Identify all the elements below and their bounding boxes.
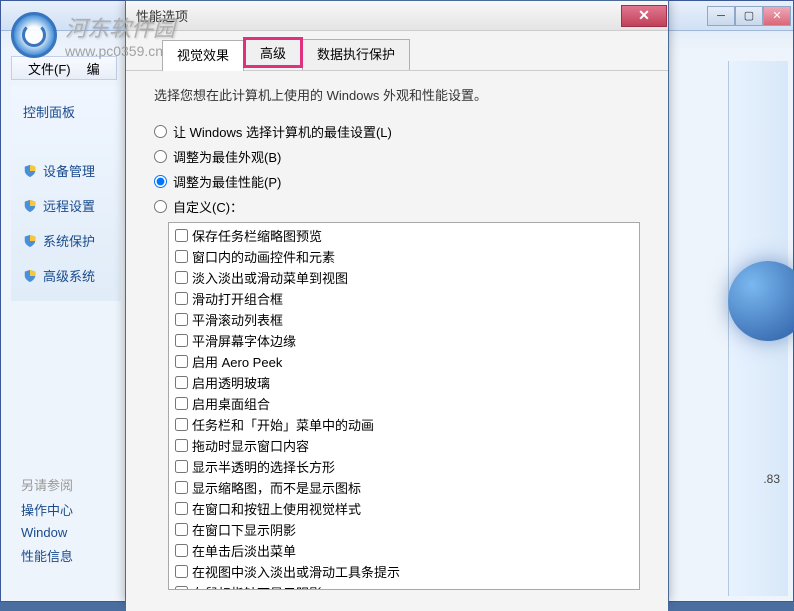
checkbox-label: 在窗口和按钮上使用视觉样式	[192, 499, 361, 518]
radio-best-appearance-input[interactable]	[154, 150, 167, 163]
radio-best-performance-input[interactable]	[154, 175, 167, 188]
checkbox-input[interactable]	[175, 460, 188, 473]
checkbox-input[interactable]	[175, 544, 188, 557]
check-row[interactable]: 滑动打开组合框	[171, 288, 637, 309]
checkbox-input[interactable]	[175, 502, 188, 515]
check-row[interactable]: 在视图中淡入淡出或滑动工具条提示	[171, 561, 637, 582]
checkbox-input[interactable]	[175, 439, 188, 452]
checkbox-input[interactable]	[175, 229, 188, 242]
bg-maximize-button[interactable]: ▢	[735, 6, 763, 26]
bg-minimize-button[interactable]: ─	[707, 6, 735, 26]
checkbox-input[interactable]	[175, 565, 188, 578]
shield-icon	[23, 164, 37, 178]
link-windows[interactable]: Window	[21, 525, 73, 540]
checkbox-input[interactable]	[175, 271, 188, 284]
checkbox-input[interactable]	[175, 292, 188, 305]
dialog-close-button[interactable]: ✕	[621, 5, 667, 27]
checkbox-input[interactable]	[175, 418, 188, 431]
link-performance-info[interactable]: 性能信息	[21, 546, 73, 565]
checkbox-input[interactable]	[175, 523, 188, 536]
sidebar-item-protection[interactable]: 系统保护	[11, 223, 121, 258]
checkbox-label: 拖动时显示窗口内容	[192, 436, 309, 455]
checkbox-label: 滑动打开组合框	[192, 289, 283, 308]
check-row[interactable]: 淡入淡出或滑动菜单到视图	[171, 267, 637, 288]
checkbox-input[interactable]	[175, 355, 188, 368]
radio-let-windows-input[interactable]	[154, 125, 167, 138]
link-action-center[interactable]: 操作中心	[21, 500, 73, 519]
check-row[interactable]: 在鼠标指针下显示阴影	[171, 582, 637, 590]
radio-best-appearance[interactable]: 调整为最佳外观(B)	[154, 147, 640, 166]
watermark: 河东软件园 www.pc0359.cn	[11, 11, 175, 59]
performance-options-dialog: 性能选项 ✕ 视觉效果 高级 数据执行保护 选择您想在此计算机上使用的 Wind…	[125, 0, 669, 602]
bg-right-panel: .83	[728, 61, 788, 596]
checkbox-label: 平滑屏幕字体边缘	[192, 331, 296, 350]
checkbox-label: 显示缩略图，而不是显示图标	[192, 478, 361, 497]
checkbox-label: 平滑滚动列表框	[192, 310, 283, 329]
check-row[interactable]: 平滑滚动列表框	[171, 309, 637, 330]
checkbox-input[interactable]	[175, 334, 188, 347]
checkbox-input[interactable]	[175, 376, 188, 389]
check-row[interactable]: 拖动时显示窗口内容	[171, 435, 637, 456]
checkbox-label: 在鼠标指针下显示阴影	[192, 583, 322, 590]
sidebar-control-panel[interactable]: 控制面板	[11, 94, 121, 129]
checkbox-input[interactable]	[175, 313, 188, 326]
check-row[interactable]: 在单击后淡出菜单	[171, 540, 637, 561]
menu-file[interactable]: 文件(F)	[20, 57, 79, 80]
check-row[interactable]: 在窗口和按钮上使用视觉样式	[171, 498, 637, 519]
checkbox-label: 显示半透明的选择长方形	[192, 457, 335, 476]
checkbox-label: 在视图中淡入淡出或滑动工具条提示	[192, 562, 400, 581]
shield-icon	[23, 199, 37, 213]
checkbox-label: 保存任务栏缩略图预览	[192, 226, 322, 245]
tab-dep[interactable]: 数据执行保护	[302, 39, 410, 70]
version-text: .83	[763, 472, 780, 486]
checkbox-label: 启用 Aero Peek	[192, 352, 282, 371]
checkbox-label: 启用透明玻璃	[192, 373, 270, 392]
checkbox-label: 启用桌面组合	[192, 394, 270, 413]
tab-strip: 视觉效果 高级 数据执行保护	[126, 31, 668, 71]
check-row[interactable]: 显示半透明的选择长方形	[171, 456, 637, 477]
intro-text: 选择您想在此计算机上使用的 Windows 外观和性能设置。	[154, 85, 640, 104]
watermark-site-name: 河东软件园	[65, 16, 175, 41]
bg-close-button[interactable]: ✕	[763, 6, 791, 26]
checkbox-label: 在单击后淡出菜单	[192, 541, 296, 560]
checkbox-label: 在窗口下显示阴影	[192, 520, 296, 539]
checkbox-input[interactable]	[175, 397, 188, 410]
visual-effects-checklist[interactable]: 保存任务栏缩略图预览窗口内的动画控件和元素淡入淡出或滑动菜单到视图滑动打开组合框…	[168, 222, 640, 590]
checkbox-input[interactable]	[175, 481, 188, 494]
bg-sidebar: 控制面板 设备管理 远程设置 系统保护 高级系统	[11, 86, 121, 301]
check-row[interactable]: 窗口内的动画控件和元素	[171, 246, 637, 267]
check-row[interactable]: 显示缩略图，而不是显示图标	[171, 477, 637, 498]
bg-related-links: 另请参阅 操作中心 Window 性能信息	[21, 469, 73, 571]
radio-custom-input[interactable]	[154, 200, 167, 213]
bg-menubar: 文件(F) 编	[11, 56, 117, 80]
sidebar-item-remote[interactable]: 远程设置	[11, 188, 121, 223]
checkbox-label: 窗口内的动画控件和元素	[192, 247, 335, 266]
related-heading: 另请参阅	[21, 475, 73, 494]
radio-best-performance[interactable]: 调整为最佳性能(P)	[154, 172, 640, 191]
radio-let-windows[interactable]: 让 Windows 选择计算机的最佳设置(L)	[154, 122, 640, 141]
check-row[interactable]: 启用 Aero Peek	[171, 351, 637, 372]
watermark-url: www.pc0359.cn	[65, 43, 175, 59]
sidebar-item-advanced[interactable]: 高级系统	[11, 258, 121, 293]
check-row[interactable]: 任务栏和「开始」菜单中的动画	[171, 414, 637, 435]
checkbox-input[interactable]	[175, 586, 188, 590]
tab-advanced[interactable]: 高级	[243, 37, 303, 68]
checkbox-label: 淡入淡出或滑动菜单到视图	[192, 268, 348, 287]
radio-custom[interactable]: 自定义(C)：	[154, 197, 640, 216]
check-row[interactable]: 在窗口下显示阴影	[171, 519, 637, 540]
shield-icon	[23, 269, 37, 283]
windows-orb-icon	[728, 261, 794, 341]
check-row[interactable]: 平滑屏幕字体边缘	[171, 330, 637, 351]
check-row[interactable]: 启用桌面组合	[171, 393, 637, 414]
checkbox-input[interactable]	[175, 250, 188, 263]
dialog-titlebar: 性能选项 ✕	[126, 1, 668, 31]
checkbox-label: 任务栏和「开始」菜单中的动画	[192, 415, 374, 434]
menu-edit[interactable]: 编	[79, 57, 108, 80]
watermark-logo-icon	[11, 12, 57, 58]
shield-icon	[23, 234, 37, 248]
tab-visual-effects-content: 选择您想在此计算机上使用的 Windows 外观和性能设置。 让 Windows…	[126, 71, 668, 611]
check-row[interactable]: 保存任务栏缩略图预览	[171, 225, 637, 246]
sidebar-item-device-manager[interactable]: 设备管理	[11, 153, 121, 188]
check-row[interactable]: 启用透明玻璃	[171, 372, 637, 393]
